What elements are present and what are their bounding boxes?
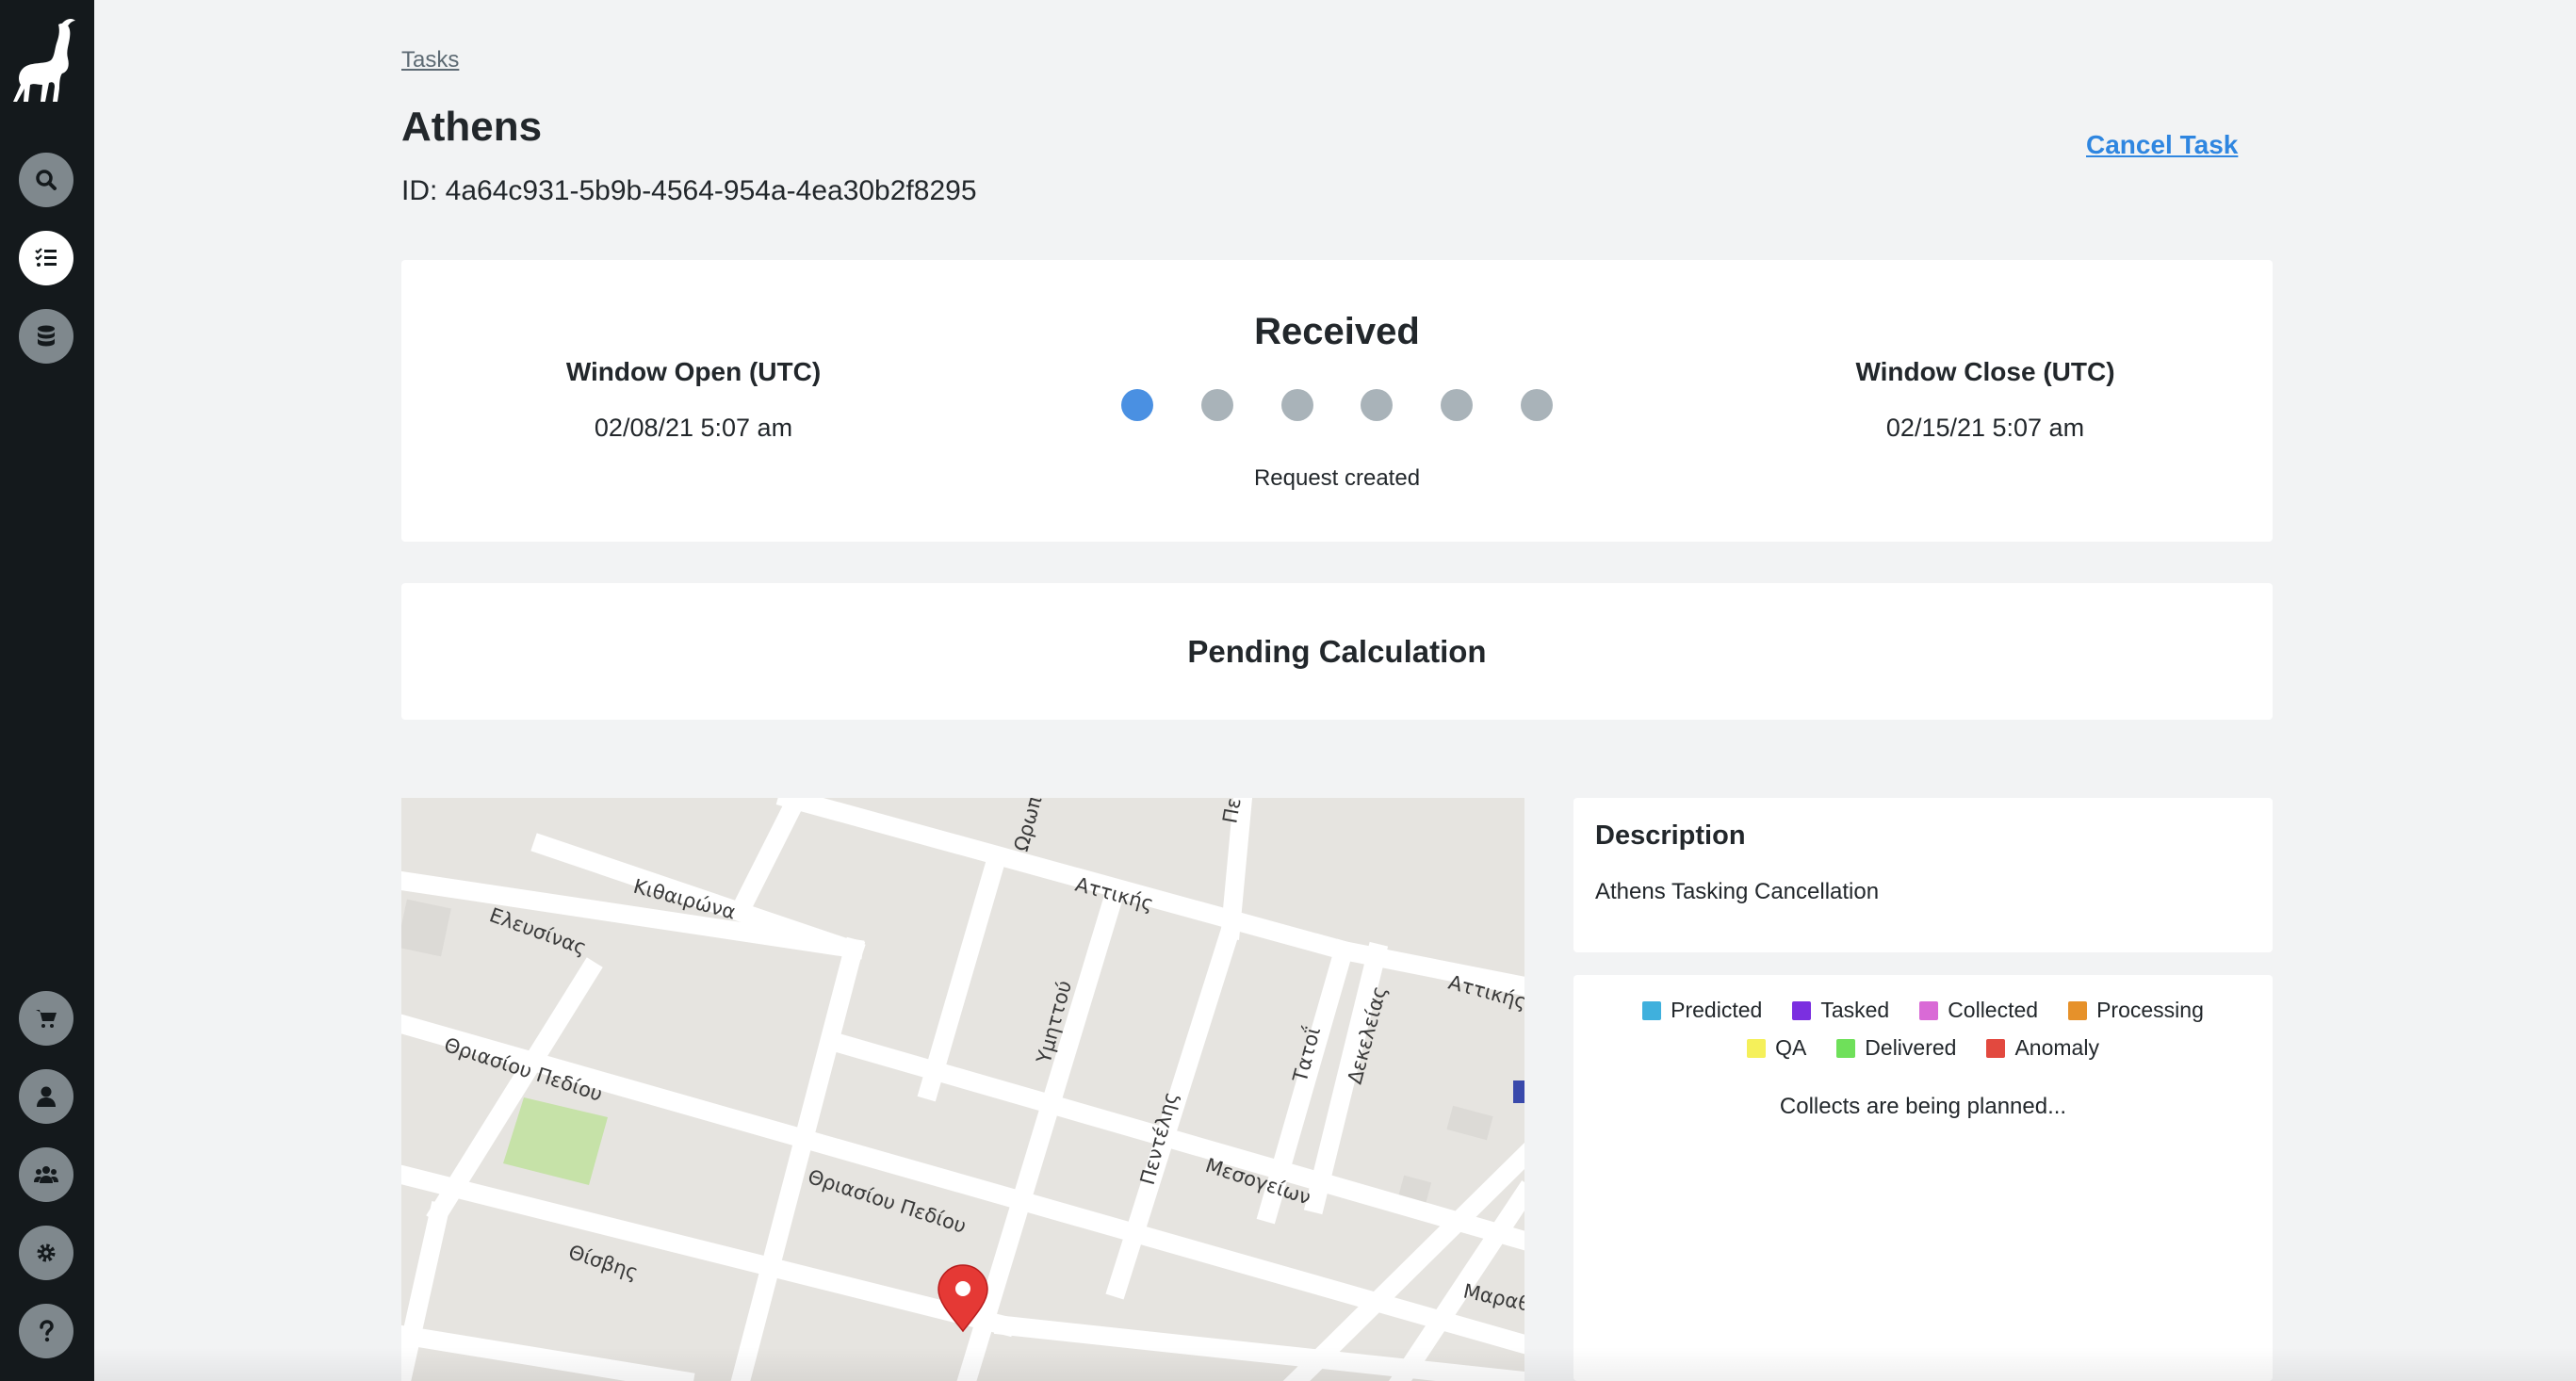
- ibex-logo[interactable]: [13, 17, 79, 107]
- legend-item-predicted: Predicted: [1642, 998, 1762, 1023]
- progress-step-3: [1280, 389, 1313, 421]
- legend-item-collected: Collected: [1919, 998, 2038, 1023]
- legend-swatch-collected: [1919, 1000, 1939, 1020]
- window-open: Window Open (UTC) 02/08/21 5:07 am: [496, 357, 891, 443]
- legend-label-processing: Processing: [2096, 998, 2204, 1022]
- sidebar: [0, 0, 94, 1381]
- legend-swatch-delivered: [1836, 1038, 1856, 1058]
- status-card: Window Open (UTC) 02/08/21 5:07 am Recei…: [401, 260, 2273, 542]
- legend-label-predicted: Predicted: [1671, 998, 1763, 1022]
- window-close-value: 02/15/21 5:07 am: [1885, 414, 2085, 442]
- help-icon: [40, 1320, 54, 1342]
- progress-step-2: [1200, 389, 1233, 421]
- legend-label-tasked: Tasked: [1820, 998, 1890, 1022]
- legend-label-delivered: Delivered: [1865, 1035, 1957, 1060]
- cart-icon: [36, 1010, 57, 1028]
- progress-step-4: [1361, 389, 1394, 421]
- legend-swatch-tasked: [1792, 1000, 1812, 1020]
- nav-cart[interactable]: [19, 991, 73, 1046]
- nav-account[interactable]: [19, 1069, 73, 1124]
- nav-team[interactable]: [19, 1147, 73, 1202]
- progress-step-1: [1121, 389, 1153, 421]
- legend-label-anomaly: Anomaly: [2014, 1035, 2099, 1060]
- street-label-pe: Πε: [1218, 798, 1245, 825]
- progress-step-5: [1441, 389, 1474, 421]
- nav-search[interactable]: [19, 153, 73, 207]
- legend-item-tasked: Tasked: [1792, 998, 1889, 1023]
- map[interactable]: Κιθαιρώνα Ελευσίνας Ωρωπού Αττικής Πε Ατ…: [401, 798, 1524, 1381]
- map-poi-icon: [1513, 1080, 1524, 1103]
- window-close-label: Window Close (UTC): [1855, 357, 2115, 386]
- team-icon: [34, 1166, 58, 1183]
- legend-row-2: QA Delivered Anomaly: [1573, 1035, 2273, 1061]
- database-icon: [38, 325, 55, 347]
- legend-item-delivered: Delivered: [1836, 1035, 1956, 1061]
- pending-calculation-card: Pending Calculation: [401, 583, 2273, 720]
- pending-calculation-label: Pending Calculation: [1187, 633, 1487, 669]
- description-card: Description Athens Tasking Cancellation: [1573, 798, 2273, 952]
- nav-settings[interactable]: [19, 1226, 73, 1280]
- settings-icon: [37, 1243, 56, 1262]
- nav-database[interactable]: [19, 309, 73, 364]
- task-id: ID: 4a64c931-5b9b-4564-954a-4ea30b2f8295: [401, 175, 977, 206]
- nav-tasks[interactable]: [19, 231, 73, 285]
- legend-item-processing: Processing: [2068, 998, 2204, 1023]
- search-icon: [36, 170, 57, 190]
- legend-label-collected: Collected: [1948, 998, 2039, 1022]
- window-open-value: 02/08/21 5:07 am: [594, 414, 793, 442]
- window-close: Window Close (UTC) 02/15/21 5:07 am: [1787, 357, 2183, 443]
- legend-swatch-processing: [2068, 1000, 2088, 1020]
- cancel-task-link[interactable]: Cancel Task: [2086, 130, 2238, 160]
- status-title: Received: [1254, 311, 1420, 352]
- map-canvas[interactable]: Κιθαιρώνα Ελευσίνας Ωρωπού Αττικής Πε Ατ…: [401, 798, 1524, 1381]
- collects-status-text: Collects are being planned...: [1779, 1094, 2067, 1119]
- page-title: Athens: [401, 104, 543, 150]
- user-icon: [37, 1086, 56, 1107]
- legend-item-qa: QA: [1747, 1035, 1806, 1061]
- legend-swatch-predicted: [1642, 1000, 1662, 1020]
- task-list-icon: [35, 248, 57, 267]
- legend-swatch-qa: [1747, 1038, 1767, 1058]
- legend-label-qa: QA: [1775, 1035, 1807, 1060]
- progress-step-6: [1520, 389, 1553, 421]
- legend-row-1: Predicted Tasked Collected Processing: [1573, 998, 2273, 1023]
- collects-legend-card: Predicted Tasked Collected Processing QA…: [1573, 975, 2273, 1381]
- breadcrumb-tasks[interactable]: Tasks: [401, 47, 459, 73]
- status-description: Request created: [1253, 465, 1421, 491]
- legend-swatch-anomaly: [1986, 1038, 2006, 1058]
- description-text: Athens Tasking Cancellation: [1595, 879, 1880, 904]
- legend-item-anomaly: Anomaly: [1986, 1035, 2099, 1061]
- nav-help[interactable]: [19, 1304, 73, 1358]
- description-title: Description: [1595, 820, 1746, 851]
- window-open-label: Window Open (UTC): [565, 357, 822, 386]
- status-progress: [1121, 389, 1553, 421]
